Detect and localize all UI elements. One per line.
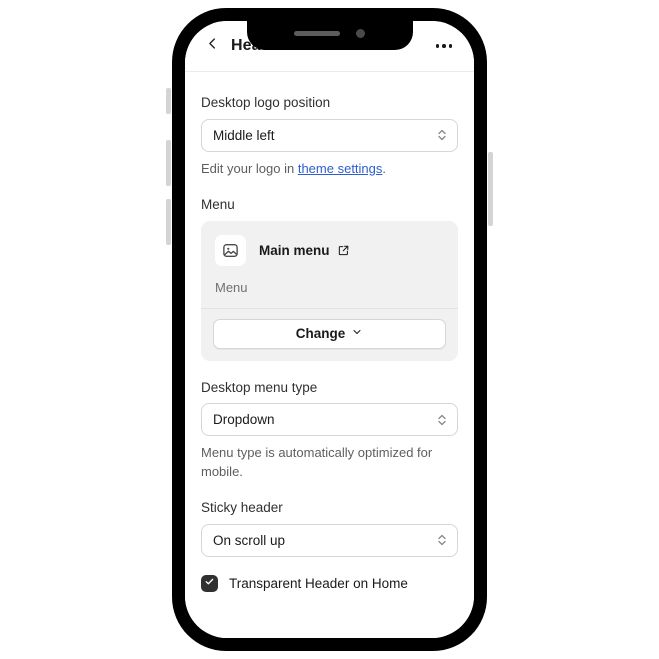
desktop-logo-position-help: Edit your logo in theme settings.: [201, 160, 458, 178]
external-link-icon[interactable]: [337, 244, 350, 257]
volume-up-button[interactable]: [166, 140, 171, 186]
sticky-header-field: Sticky header On scroll up: [201, 499, 458, 557]
menu-resource-subtitle: Menu: [215, 279, 248, 295]
menu-resource-title-group[interactable]: Main menu: [259, 243, 350, 258]
front-camera-icon: [356, 29, 365, 38]
more-horizontal-icon-dot3: [448, 44, 453, 48]
help-prefix-text: Edit your logo in: [201, 160, 298, 176]
desktop-menu-type-field: Desktop menu type Dropdown Menu type is …: [201, 379, 458, 481]
menu-resource-footer: Change: [201, 307, 458, 361]
more-horizontal-icon-dot2: [442, 44, 446, 48]
silence-switch-button[interactable]: [166, 88, 171, 114]
desktop-logo-position-select[interactable]: Middle left: [201, 118, 458, 152]
volume-down-button[interactable]: [166, 199, 171, 245]
desktop-menu-type-select[interactable]: Dropdown: [201, 403, 458, 437]
desktop-logo-position-value: Middle left: [213, 127, 275, 143]
desktop-menu-type-label: Desktop menu type: [201, 379, 318, 395]
desktop-logo-position-label: Desktop logo position: [201, 95, 331, 110]
change-button-label: Change: [295, 326, 346, 342]
menu-resource-row: Main menu: [215, 234, 444, 266]
phone-screen: Header Desktop logo position Middle left: [185, 21, 474, 638]
help-suffix-text: .: [382, 160, 387, 176]
earpiece-speaker-icon: [294, 31, 340, 36]
select-chevrons-icon-2: [436, 412, 448, 428]
menu-field: Menu Main menu Menu Change: [201, 196, 458, 361]
phone-mockup-frame: Header Desktop logo position Middle left: [172, 8, 487, 651]
check-icon: [204, 574, 215, 592]
transparent-header-checkbox[interactable]: [201, 574, 218, 592]
desktop-menu-type-help: Menu type is automatically optimized for…: [201, 445, 433, 479]
more-horizontal-icon: [435, 44, 440, 48]
chevron-left-icon: [205, 36, 220, 56]
menu-label: Menu: [201, 197, 235, 212]
chevron-down-icon: [351, 326, 363, 341]
sticky-header-label: Sticky header: [201, 500, 283, 515]
transparent-header-checkbox-row[interactable]: Transparent Header on Home: [201, 574, 458, 592]
select-chevrons-icon: [436, 127, 448, 143]
theme-settings-link[interactable]: theme settings: [298, 161, 383, 176]
back-button[interactable]: [199, 33, 225, 59]
image-placeholder-icon: [215, 234, 246, 266]
sticky-header-select[interactable]: On scroll up: [201, 523, 458, 557]
power-button[interactable]: [488, 152, 493, 226]
menu-resource-main: Main menu Menu: [201, 221, 458, 308]
select-chevrons-icon-3: [436, 532, 448, 548]
sticky-header-value: On scroll up: [213, 532, 286, 548]
more-options-button[interactable]: [430, 32, 458, 60]
menu-resource-title: Main menu: [259, 242, 330, 258]
transparent-header-checkbox-label: Transparent Header on Home: [229, 575, 408, 591]
desktop-logo-position-field: Desktop logo position Middle left Edit y…: [201, 94, 458, 178]
change-button[interactable]: Change: [213, 318, 446, 349]
menu-resource-card: Main menu Menu Change: [201, 220, 458, 361]
settings-panel-body[interactable]: Desktop logo position Middle left Edit y…: [185, 72, 474, 638]
desktop-menu-type-value: Dropdown: [213, 412, 275, 428]
phone-notch: [246, 21, 413, 50]
screenshot-canvas: Header Desktop logo position Middle left: [0, 0, 659, 659]
